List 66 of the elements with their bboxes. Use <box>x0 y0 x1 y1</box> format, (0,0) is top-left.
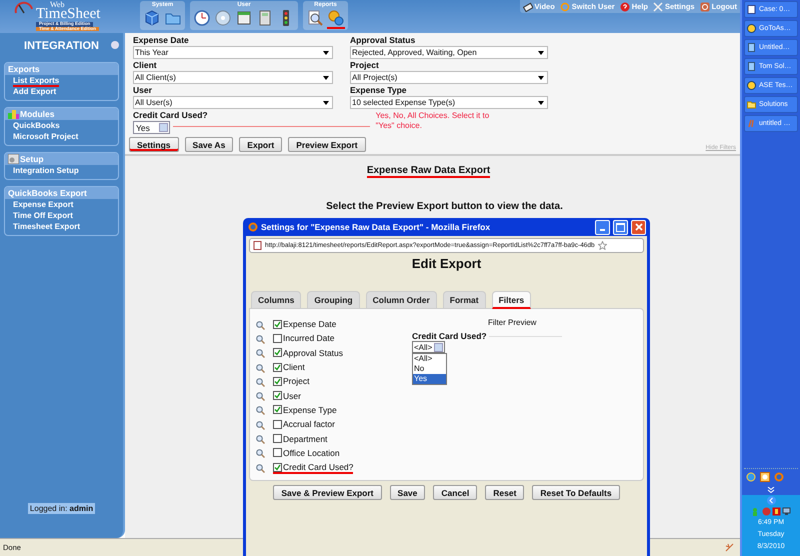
field-checkbox[interactable]: Credit Card Used? <box>273 462 354 474</box>
tab[interactable]: Column Order <box>366 291 437 308</box>
filter-label: Expense Date <box>133 35 189 46</box>
logo-name: TimeSheet <box>36 7 100 22</box>
dropdown-option[interactable]: <All> <box>413 354 446 364</box>
filter-label: Project <box>350 60 379 71</box>
sidebar-link[interactable]: Time Off Export <box>13 211 73 222</box>
dropdown-option[interactable]: Yes <box>413 374 446 384</box>
field-checkbox[interactable]: Expense Type <box>273 404 337 417</box>
field-checkbox[interactable]: Incurred Date <box>273 333 334 346</box>
section-title: QuickBooks Export <box>5 187 118 199</box>
filter-label: Credit Card Used? <box>133 110 208 121</box>
sidebar-link[interactable]: Add Export <box>13 87 56 98</box>
sidebar-link[interactable]: List Exports <box>13 76 60 87</box>
sidebar-link[interactable]: Expense Export <box>13 200 74 211</box>
tab[interactable]: Format <box>442 291 486 308</box>
dialog-heading: Edit Export <box>410 256 482 271</box>
dialog-button[interactable]: Save & Preview Export <box>273 485 382 500</box>
dialog-button[interactable]: Save <box>390 485 426 500</box>
section-title: Setup <box>5 153 118 165</box>
action-button[interactable]: Save As <box>184 137 234 152</box>
filter-dropdown[interactable]: All User(s) <box>133 96 333 109</box>
filter-dropdown[interactable]: Rejected, Approved, Waiting, Open <box>350 46 548 59</box>
callout-note: Yes, No, All Choices. Select it to "Yes" choice. <box>376 111 490 131</box>
filter-label: User <box>133 85 152 96</box>
sidebar-title: INTEGRATION <box>24 40 99 52</box>
sidebar-link[interactable]: Integration Setup <box>13 166 79 177</box>
action-button[interactable]: Preview Export <box>288 137 366 152</box>
section-title: Modules <box>5 108 118 120</box>
filter-label: Client <box>133 60 157 71</box>
sidebar-link[interactable]: QuickBooks <box>13 121 60 132</box>
field-checkbox[interactable]: Expense Date <box>273 319 336 332</box>
dialog-button[interactable]: Cancel <box>433 485 478 500</box>
filter-label: Expense Type <box>350 85 407 96</box>
credit-card-dropdown[interactable]: Yes <box>133 121 170 134</box>
filter-label: Approval Status <box>350 35 416 46</box>
tab[interactable]: Grouping <box>307 291 360 308</box>
field-checkbox[interactable]: Department <box>273 434 328 446</box>
dropdown-option[interactable]: No <box>413 364 446 374</box>
dialog-title: Settings for "Expense Raw Data Export" - Mozilla Firefox <box>261 222 490 232</box>
field-checkbox[interactable]: Project <box>273 376 310 388</box>
instruction-text: Select the Preview Export button to view the data. <box>325 201 564 212</box>
tab[interactable]: Filters <box>492 291 532 309</box>
field-checkbox[interactable]: Client <box>273 362 305 374</box>
sidebar-link[interactable]: Microsoft Project <box>13 132 78 143</box>
preview-title: Filter Preview <box>488 318 536 327</box>
dialog-button[interactable]: Reset <box>485 485 524 500</box>
tab[interactable]: Columns <box>251 291 302 308</box>
field-checkbox[interactable]: Accrual factor <box>273 419 335 432</box>
filter-dropdown[interactable]: 10 selected Expense Type(s) <box>350 96 548 109</box>
report-title: Expense Raw Data Export <box>366 165 490 178</box>
field-checkbox[interactable]: User <box>273 390 301 403</box>
logo-prefix: Web <box>50 1 64 9</box>
action-button[interactable]: Export <box>239 137 282 152</box>
filter-dropdown[interactable]: All Project(s) <box>350 71 548 84</box>
action-button[interactable]: Settings <box>129 137 179 152</box>
filter-label: Credit Card Used? <box>412 331 487 341</box>
filter-dropdown[interactable]: This Year <box>133 46 333 59</box>
section-title: Exports <box>5 63 118 75</box>
dialog-button[interactable]: Reset To Defaults <box>532 485 620 500</box>
field-checkbox[interactable]: Office Location <box>273 448 340 460</box>
filter-dropdown[interactable]: All Client(s) <box>133 71 333 84</box>
field-checkbox[interactable]: Approval Status <box>273 348 344 360</box>
sidebar-link[interactable]: Timesheet Export <box>13 222 80 233</box>
logged-in-label: Logged in: admin <box>28 503 96 514</box>
preview-dropdown[interactable]: <All> <box>412 341 446 353</box>
